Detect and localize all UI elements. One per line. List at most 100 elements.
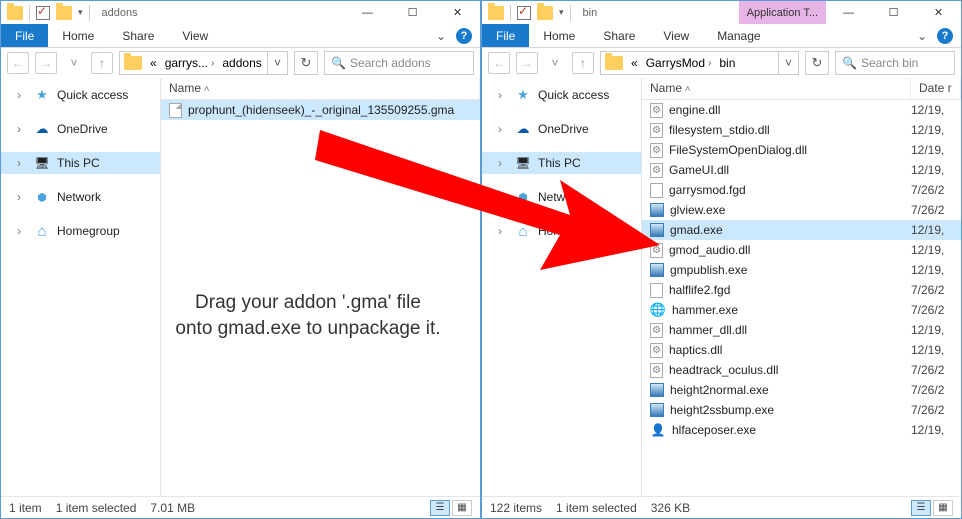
ribbon-tab-home[interactable]: Home xyxy=(48,24,108,47)
icons-view-button[interactable]: ▦ xyxy=(933,500,953,516)
help-icon[interactable]: ? xyxy=(456,28,472,44)
nav-item-network[interactable]: Network xyxy=(482,186,641,208)
file-row[interactable]: halflife2.fgd7/26/2 xyxy=(642,280,961,300)
nav-item-homegroup[interactable]: Homegroup xyxy=(482,220,641,242)
file-name: glview.exe xyxy=(670,203,725,217)
file-row[interactable]: gmod_audio.dll12/19, xyxy=(642,240,961,260)
ribbon-tab-file[interactable]: File xyxy=(482,24,529,47)
icons-view-button[interactable]: ▦ xyxy=(452,500,472,516)
recent-locations-icon[interactable]: ˅ xyxy=(544,52,566,74)
file-row[interactable]: hlfaceposer.exe12/19, xyxy=(642,420,961,440)
navigation-pane[interactable]: Quick access OneDrive This PC Network Homegr… xyxy=(482,78,642,496)
folder-icon[interactable] xyxy=(7,6,23,20)
minimize-button[interactable]: — xyxy=(345,1,390,24)
ribbon-tab-home[interactable]: Home xyxy=(529,24,589,47)
chevron-right-icon[interactable] xyxy=(492,121,508,137)
file-date: 7/26/2 xyxy=(911,303,961,317)
file-row[interactable]: gmad.exe12/19, xyxy=(642,220,961,240)
nav-item-this-pc[interactable]: This PC xyxy=(1,152,160,174)
refresh-button[interactable]: ↻ xyxy=(294,51,318,75)
file-list[interactable]: engine.dll12/19,filesystem_stdio.dll12/1… xyxy=(642,100,961,496)
address-dropdown-icon[interactable]: ˅ xyxy=(778,52,798,74)
chevron-right-icon[interactable]: › xyxy=(211,58,214,69)
file-row[interactable]: prophunt_(hidenseek)_-_original_13550925… xyxy=(161,100,480,120)
nav-item-network[interactable]: Network xyxy=(1,186,160,208)
ribbon-tab-manage[interactable]: Manage xyxy=(703,24,774,47)
file-row[interactable]: hammer_dll.dll12/19, xyxy=(642,320,961,340)
file-row[interactable]: haptics.dll12/19, xyxy=(642,340,961,360)
chevron-right-icon[interactable] xyxy=(492,155,508,171)
file-list[interactable]: prophunt_(hidenseek)_-_original_13550925… xyxy=(161,100,480,496)
chevron-right-icon[interactable]: › xyxy=(708,58,711,69)
maximize-button[interactable]: ☐ xyxy=(390,1,435,24)
file-row[interactable]: glview.exe7/26/2 xyxy=(642,200,961,220)
navigation-pane[interactable]: Quick access OneDrive This PC Network Homegr… xyxy=(1,78,161,496)
back-button[interactable]: ← xyxy=(488,52,510,74)
context-tab-application-tools[interactable]: Application T... xyxy=(739,1,826,24)
ribbon-tab-share[interactable]: Share xyxy=(108,24,168,47)
file-row[interactable]: height2ssbump.exe7/26/2 xyxy=(642,400,961,420)
address-bar[interactable]: « GarrysMod› bin ˅ xyxy=(600,51,799,75)
chevron-right-icon[interactable] xyxy=(11,189,27,205)
ribbon-expand-icon[interactable]: ⌄ xyxy=(917,29,927,43)
column-header-date[interactable]: Date r xyxy=(911,78,961,99)
ribbon-tab-view[interactable]: View xyxy=(649,24,703,47)
nav-item-onedrive[interactable]: OneDrive xyxy=(482,118,641,140)
refresh-button[interactable]: ↻ xyxy=(805,51,829,75)
help-icon[interactable]: ? xyxy=(937,28,953,44)
back-button[interactable]: ← xyxy=(7,52,29,74)
chevron-right-icon[interactable] xyxy=(492,87,508,103)
ribbon-tab-share[interactable]: Share xyxy=(589,24,649,47)
file-row[interactable]: garrysmod.fgd7/26/2 xyxy=(642,180,961,200)
file-row[interactable]: GameUI.dll12/19, xyxy=(642,160,961,180)
ribbon-tab-view[interactable]: View xyxy=(168,24,222,47)
address-dropdown-icon[interactable]: ˅ xyxy=(267,52,287,74)
chevron-right-icon[interactable] xyxy=(11,223,27,239)
chevron-right-icon[interactable] xyxy=(11,121,27,137)
ribbon-expand-icon[interactable]: ⌄ xyxy=(436,29,446,43)
nav-item-quick-access[interactable]: Quick access xyxy=(1,84,160,106)
properties-checkbox-icon[interactable] xyxy=(517,6,531,20)
forward-button[interactable]: → xyxy=(35,52,57,74)
chevron-right-icon[interactable] xyxy=(492,189,508,205)
chevron-right-icon[interactable] xyxy=(11,155,27,171)
file-row[interactable]: height2normal.exe7/26/2 xyxy=(642,380,961,400)
nav-item-label: This PC xyxy=(57,156,100,170)
qat-dropdown-icon[interactable]: ▾ xyxy=(559,7,564,18)
status-size: 326 KB xyxy=(651,501,690,515)
nav-item-quick-access[interactable]: Quick access xyxy=(482,84,641,106)
qat-dropdown-icon[interactable]: ▾ xyxy=(78,7,83,18)
details-view-button[interactable]: ☰ xyxy=(911,500,931,516)
column-header-name[interactable]: Name xyxy=(642,78,911,99)
chevron-right-icon[interactable] xyxy=(11,87,27,103)
folder-icon[interactable] xyxy=(488,6,504,20)
minimize-button[interactable]: — xyxy=(826,1,871,24)
column-header-name[interactable]: Name xyxy=(161,78,480,99)
file-row[interactable]: engine.dll12/19, xyxy=(642,100,961,120)
up-button[interactable]: ↑ xyxy=(572,52,594,74)
recent-locations-icon[interactable]: ˅ xyxy=(63,52,85,74)
search-input[interactable]: 🔍 Search addons xyxy=(324,51,474,75)
nav-item-onedrive[interactable]: OneDrive xyxy=(1,118,160,140)
file-row[interactable]: headtrack_oculus.dll7/26/2 xyxy=(642,360,961,380)
file-row[interactable]: gmpublish.exe12/19, xyxy=(642,260,961,280)
file-row[interactable]: hammer.exe7/26/2 xyxy=(642,300,961,320)
nav-item-homegroup[interactable]: Homegroup xyxy=(1,220,160,242)
close-button[interactable]: ✕ xyxy=(435,1,480,24)
file-date: 7/26/2 xyxy=(911,283,961,297)
new-folder-icon[interactable] xyxy=(56,6,72,20)
new-folder-icon[interactable] xyxy=(537,6,553,20)
properties-checkbox-icon[interactable] xyxy=(36,6,50,20)
close-button[interactable]: ✕ xyxy=(916,1,961,24)
nav-item-this-pc[interactable]: This PC xyxy=(482,152,641,174)
maximize-button[interactable]: ☐ xyxy=(871,1,916,24)
up-button[interactable]: ↑ xyxy=(91,52,113,74)
file-row[interactable]: FileSystemOpenDialog.dll12/19, xyxy=(642,140,961,160)
forward-button[interactable]: → xyxy=(516,52,538,74)
ribbon-tab-file[interactable]: File xyxy=(1,24,48,47)
file-row[interactable]: filesystem_stdio.dll12/19, xyxy=(642,120,961,140)
address-bar[interactable]: « garrys...› addons ˅ xyxy=(119,51,288,75)
search-input[interactable]: 🔍 Search bin xyxy=(835,51,955,75)
details-view-button[interactable]: ☰ xyxy=(430,500,450,516)
chevron-right-icon[interactable] xyxy=(492,223,508,239)
